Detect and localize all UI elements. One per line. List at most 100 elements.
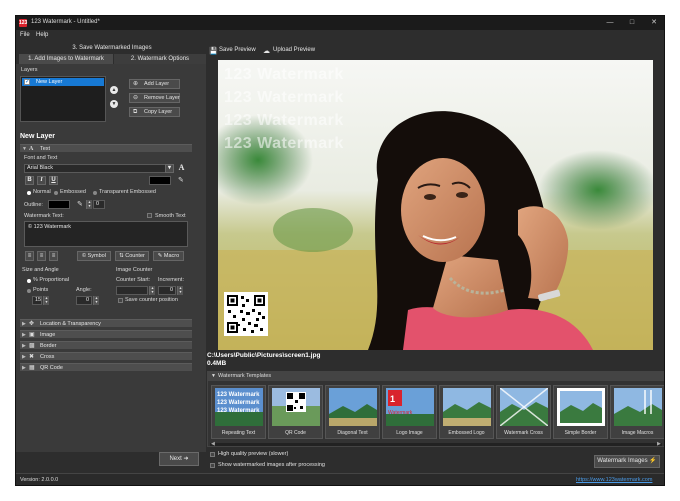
outline-color-swatch[interactable] [48, 200, 70, 209]
angle-spinner-icon[interactable]: ▲ ▼ [93, 296, 99, 305]
lightning-icon: ⚡ [649, 458, 657, 464]
increment-input[interactable]: 0 [158, 286, 176, 295]
template-thumbnail [614, 388, 662, 426]
outline-eyedropper-icon[interactable]: ✎ [77, 200, 83, 208]
layer-item[interactable]: New Layer [22, 78, 104, 86]
template-watermark-cross[interactable]: Watermark Cross [496, 385, 551, 439]
template-image-macros[interactable]: Image Macros [610, 385, 664, 439]
save-preview-button[interactable]: Save Preview [219, 47, 256, 53]
style-normal-radio[interactable] [27, 191, 31, 195]
style-transparent-radio[interactable] [93, 191, 97, 195]
angle-input[interactable]: 0 [76, 296, 92, 305]
scroll-left-icon[interactable]: ◀ [211, 441, 215, 447]
app-logo-icon: 123 [19, 19, 28, 27]
save-counter-label: Save counter position [125, 297, 178, 303]
template-label: Repeating Text [221, 430, 256, 436]
status-bar: Version: 2.0.0.0 https://www.123watermar… [16, 473, 664, 485]
section-location-header[interactable]: ▶ ✥ Location & Transparency [20, 319, 192, 327]
counter-button[interactable]: ⇅ Counter [115, 251, 149, 261]
template-repeating-text[interactable]: 123 Watermark 123 Watermark 123 Watermar… [211, 385, 266, 439]
template-thumbnail [329, 388, 377, 426]
copy-layer-button[interactable]: ⧉ Copy Layer [129, 107, 180, 117]
next-button[interactable]: Next ➜ [159, 452, 199, 466]
style-embossed-radio[interactable] [54, 191, 58, 195]
size-input[interactable]: 15 [32, 296, 42, 305]
upload-preview-button[interactable]: Upload Preview [273, 47, 315, 53]
add-layer-button[interactable]: ⊕ Add Layer [129, 79, 180, 89]
svg-text:Watermark: Watermark [388, 410, 413, 416]
template-simple-border[interactable]: Simple Border [553, 385, 608, 439]
move-layer-down-icon[interactable]: ▼ [110, 100, 118, 108]
save-counter-checkbox[interactable] [118, 298, 123, 303]
align-center-icon[interactable]: ≡ [37, 251, 46, 261]
outline-width-input[interactable]: 0 [93, 200, 105, 209]
menu-help[interactable]: Help [36, 32, 48, 38]
remove-layer-button[interactable]: ⊖ Remove Layer [129, 93, 180, 103]
section-qr-header[interactable]: ▶ ▦ QR Code [20, 363, 192, 371]
align-left-icon[interactable]: ≡ [25, 251, 34, 261]
counter-start-input[interactable] [116, 286, 148, 295]
template-qr-code[interactable]: QR Code [268, 385, 323, 439]
layers-list[interactable]: New Layer [20, 76, 106, 122]
menu-file[interactable]: File [20, 32, 30, 38]
high-quality-checkbox[interactable] [210, 452, 215, 457]
style-transparent-label: Transparent Embossed [99, 189, 156, 195]
image-preview[interactable]: 123 Watermark 123 Watermark 123 Watermar… [218, 60, 653, 350]
underline-button[interactable]: U [49, 176, 58, 185]
templates-header[interactable]: ▼ Watermark Templates [208, 372, 664, 381]
website-link[interactable]: https://www.123watermark.com [576, 477, 652, 483]
svg-text:123 Watermark: 123 Watermark [217, 408, 260, 414]
tab-watermark-options[interactable]: 2. Watermark Options [114, 54, 206, 64]
tab-save-images[interactable]: 3. Save Watermarked Images [19, 43, 205, 53]
show-after-label: Show watermarked images after processing [218, 462, 325, 468]
template-logo-image[interactable]: 1 Watermark Logo Image [382, 385, 437, 439]
preview-watermark-line: 123 Watermark [224, 135, 344, 152]
close-icon[interactable]: ✕ [648, 18, 660, 28]
expand-arrow-icon: ▶ [22, 321, 26, 327]
smooth-text-label: Smooth Text [155, 213, 186, 219]
section-cross-header[interactable]: ▶ ✖ Cross [20, 352, 192, 360]
eyedropper-icon[interactable]: ✎ [178, 176, 184, 184]
tab-add-images[interactable]: 1. Add Images to Watermark [19, 54, 113, 64]
macro-button[interactable]: ✎ Macro [153, 251, 184, 261]
layer-visible-checkbox[interactable] [24, 78, 30, 85]
template-embossed-logo[interactable]: Embossed Logo [439, 385, 494, 439]
proportional-radio[interactable] [27, 279, 31, 283]
section-border-header[interactable]: ▶ ▩ Border [20, 341, 192, 349]
increment-spinner-icon[interactable]: ▲ ▼ [177, 286, 183, 295]
text-color-swatch[interactable] [149, 176, 171, 185]
dropdown-arrow-icon[interactable]: ▾ [165, 164, 174, 173]
font-dialog-icon[interactable]: A [177, 164, 186, 173]
templates-scrollbar[interactable]: ◀ ▶ [210, 441, 662, 447]
bold-button[interactable]: B [25, 176, 34, 185]
smooth-text-checkbox[interactable] [147, 213, 152, 218]
size-spinner-icon[interactable]: ▲ ▼ [43, 296, 49, 305]
watermark-images-button[interactable]: Watermark Images ⚡ [594, 455, 660, 468]
arrow-right-icon: ➜ [183, 456, 189, 462]
upload-icon: ☁ [263, 48, 270, 55]
counter-start-spinner-icon[interactable]: ▲ ▼ [149, 286, 155, 295]
align-right-icon[interactable]: ≡ [49, 251, 58, 261]
template-diagonal-text[interactable]: Diagonal Text [325, 385, 380, 439]
show-after-checkbox[interactable] [210, 463, 215, 468]
font-select[interactable]: Arial Black [24, 164, 174, 173]
scroll-right-icon[interactable]: ▶ [657, 441, 661, 447]
maximize-icon[interactable]: □ [626, 18, 638, 28]
template-label: Diagonal Text [337, 430, 368, 436]
window-title: 123 Watermark - Untitled* [31, 19, 100, 25]
image-icon: ▣ [29, 332, 35, 338]
watermark-text-input[interactable]: © 123 Watermark [24, 221, 188, 247]
minimize-icon[interactable]: — [604, 18, 616, 28]
points-radio[interactable] [27, 289, 31, 293]
italic-button[interactable]: I [37, 176, 46, 185]
section-image-header[interactable]: ▶ ▣ Image [20, 330, 192, 338]
section-text-header[interactable]: ▼ A Text [20, 144, 192, 152]
border-icon: ▩ [29, 343, 35, 349]
template-thumbnail: 1 Watermark [386, 388, 434, 426]
template-thumbnail [500, 388, 548, 426]
move-layer-up-icon[interactable]: ▲ [110, 86, 118, 94]
template-thumbnail: 123 Watermark 123 Watermark 123 Watermar… [215, 388, 263, 426]
symbol-button[interactable]: © Symbol [77, 251, 111, 261]
add-layer-label: Add Layer [144, 81, 170, 87]
outline-spinner-icon[interactable]: ▲ ▼ [86, 200, 92, 209]
